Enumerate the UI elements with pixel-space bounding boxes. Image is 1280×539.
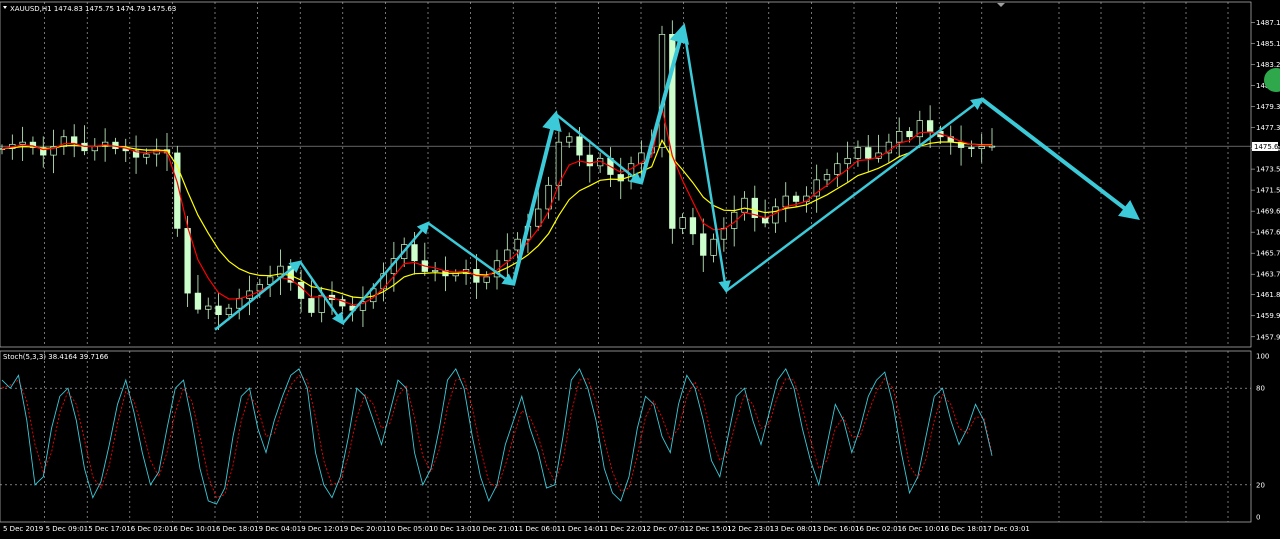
candle-body: [834, 163, 841, 175]
candle-body: [988, 145, 996, 148]
candle-body: [205, 305, 212, 310]
x-tick-label: 11 Dec 22:01: [599, 525, 646, 533]
candle-body: [71, 136, 78, 144]
x-tick-label: 11 Dec 14:01: [557, 525, 604, 533]
stoch-panel[interactable]: [0, 350, 1252, 523]
candle-body: [143, 153, 150, 158]
y-tick-label: 1457.95: [1256, 333, 1280, 341]
x-tick-label: 6 Dec 02:01: [131, 525, 174, 533]
candle-body: [710, 238, 717, 256]
price-panel-title: XAUUSD,H1 1474.83 1475.75 1474.79 1475.6…: [10, 5, 176, 13]
candle-body: [504, 249, 511, 262]
x-tick-label: 16 Dec 10:01: [898, 525, 945, 533]
candle-body: [514, 238, 521, 251]
x-tick-label: 13 Dec 16:01: [812, 525, 859, 533]
candle-body: [896, 131, 903, 143]
candle-body: [566, 136, 573, 143]
candle-body: [865, 147, 872, 159]
candle-body: [91, 146, 98, 152]
candle-body: [308, 298, 315, 313]
candle-body: [741, 197, 748, 213]
x-tick-label: 17 Dec 03:01: [983, 525, 1030, 533]
x-tick-label: 10 Dec 05:01: [386, 525, 433, 533]
candle-body: [700, 233, 707, 256]
x-tick-label: 5 Dec 09:01: [46, 525, 89, 533]
x-tick-label: 5 Dec 17:01: [88, 525, 131, 533]
stoch-y-tick-label: 0: [1256, 514, 1260, 522]
current-price-label: 1475.63: [1254, 143, 1280, 151]
y-tick-label: 1483.20: [1256, 61, 1280, 69]
x-tick-label: 6 Dec 18:01: [216, 525, 259, 533]
x-tick-label: 12 Dec 23:01: [727, 525, 774, 533]
y-tick-label: 1485.15: [1256, 40, 1280, 48]
stoch-y-tick-label: 20: [1256, 481, 1265, 489]
y-tick-label: 1465.70: [1256, 250, 1280, 258]
x-tick-label: 5 Dec 2019: [3, 525, 43, 533]
candle-body: [535, 208, 542, 227]
x-tick-label: 10 Dec 21:01: [472, 525, 519, 533]
y-tick-label: 1477.35: [1256, 124, 1280, 132]
candle-body: [926, 120, 934, 132]
candle-body: [297, 281, 305, 299]
y-tick-label: 1487.10: [1256, 19, 1280, 27]
candle-body: [215, 305, 222, 316]
candle-body: [586, 154, 593, 167]
x-tick-label: 16 Dec 02:01: [855, 525, 902, 533]
y-tick-label: 1461.85: [1256, 291, 1280, 299]
candle-body: [854, 147, 862, 159]
candle-body: [112, 141, 119, 149]
candle-body: [906, 131, 913, 138]
x-tick-label: 9 Dec 20:01: [344, 525, 387, 533]
x-tick-label: 6 Dec 10:01: [173, 525, 216, 533]
x-tick-label: 10 Dec 13:01: [429, 525, 476, 533]
candle-body: [555, 141, 563, 186]
y-tick-label: 1471.55: [1256, 187, 1280, 195]
candle-body: [968, 147, 975, 149]
y-tick-label: 1467.65: [1256, 229, 1280, 237]
stoch-y-tick-label: 80: [1256, 385, 1265, 393]
candle-body: [720, 228, 728, 240]
y-tick-label: 1479.30: [1256, 103, 1280, 111]
candle-body: [483, 276, 490, 283]
candle-body: [844, 157, 851, 165]
candle-body: [782, 195, 789, 208]
candle-body: [658, 33, 666, 148]
candle-body: [225, 307, 233, 316]
x-tick-label: 12 Dec 07:01: [642, 525, 689, 533]
x-tick-label: 9 Dec 04:01: [259, 525, 302, 533]
stoch-panel-title: Stoch(5,3,3) 38.4164 39.7166: [3, 353, 109, 361]
stoch-y-tick-label: 100: [1256, 353, 1269, 361]
y-tick-label: 1473.50: [1256, 166, 1280, 174]
candle-body: [19, 141, 26, 145]
x-tick-label: 12 Dec 15:01: [685, 525, 732, 533]
candle-body: [194, 292, 202, 310]
x-tick-label: 16 Dec 18:01: [940, 525, 987, 533]
candle-body: [792, 195, 800, 202]
x-tick-label: 11 Dec 06:01: [514, 525, 561, 533]
chart-area[interactable]: 5 Dec 2019 5 Dec 09:01 5 Dec 17:01 6 Dec 02…: [0, 0, 1280, 539]
candle-body: [81, 142, 88, 152]
candle-body: [431, 270, 439, 272]
candle-body: [411, 244, 418, 262]
candle-body: [823, 174, 831, 181]
candle-body: [236, 298, 243, 309]
candle-body: [452, 273, 459, 277]
y-tick-label: 1459.90: [1256, 312, 1280, 320]
candle-body: [184, 228, 191, 294]
y-tick-label: 1463.75: [1256, 271, 1280, 279]
candle-body: [679, 217, 686, 229]
candle-body: [978, 146, 985, 149]
candle-body: [689, 217, 697, 235]
x-tick-label: 9 Dec 12:01: [301, 525, 344, 533]
x-tick-label: 13 Dec 08:01: [770, 525, 817, 533]
y-tick-label: 1469.60: [1256, 208, 1280, 216]
candle-body: [576, 136, 583, 156]
